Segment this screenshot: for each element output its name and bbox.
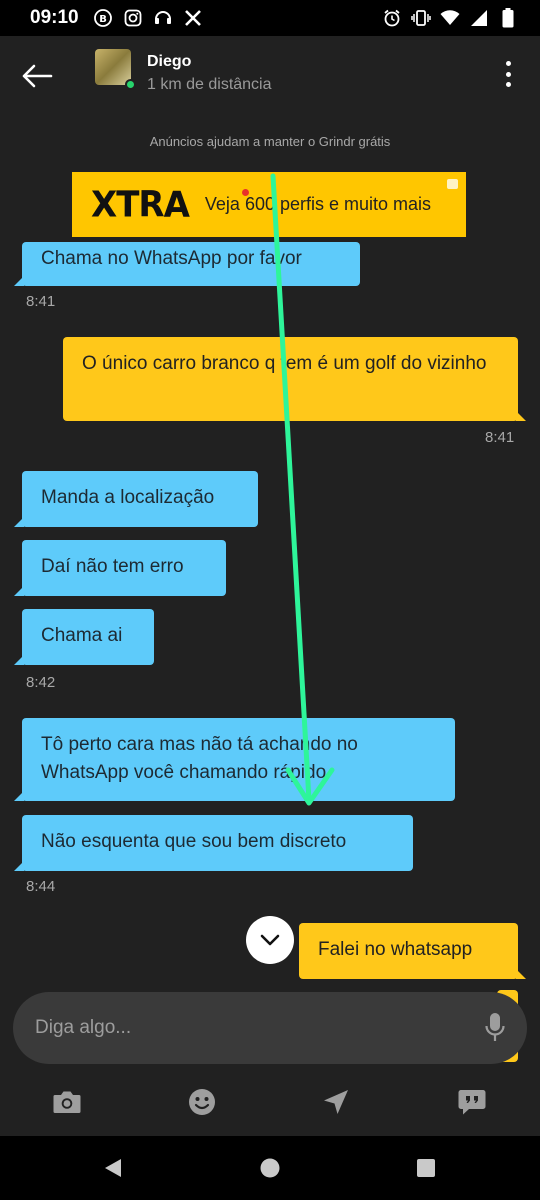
- status-time: 09:10: [30, 7, 79, 28]
- online-status-dot: [125, 79, 136, 90]
- saved-phrases-icon[interactable]: [456, 1086, 488, 1118]
- vibrate-icon: [411, 8, 431, 28]
- message-timestamp: 8:41: [485, 429, 515, 446]
- ad-brand-dot: [242, 189, 249, 196]
- wifi-icon: [440, 8, 460, 28]
- contact-distance: 1 km de distância: [147, 76, 272, 93]
- nav-back-icon[interactable]: [101, 1156, 125, 1180]
- signal-icon: [469, 8, 489, 28]
- svg-text:B: B: [99, 14, 107, 25]
- scroll-to-bottom-button[interactable]: [246, 916, 294, 964]
- message-bubble-incoming[interactable]: Tô perto cara mas não tá achando no What…: [14, 718, 455, 801]
- alarm-icon: [382, 8, 402, 28]
- avatar[interactable]: [95, 49, 131, 85]
- battery-icon: [498, 8, 518, 28]
- message-bubble-incoming[interactable]: Não esquenta que sou bem discreto: [14, 815, 413, 871]
- headset-icon: [153, 8, 173, 28]
- instagram-icon: [123, 8, 143, 28]
- b-circle-icon: B: [93, 8, 113, 28]
- ad-brand-logo: XTRA: [91, 183, 190, 226]
- message-bubble-outgoing[interactable]: O único carro branco q tem é um golf do …: [63, 337, 526, 421]
- ad-banner[interactable]: XTRA Veja 600 perfis e muito mais: [72, 172, 466, 237]
- ad-choices-icon[interactable]: [447, 179, 458, 189]
- message-input-container: [13, 992, 527, 1064]
- microphone-icon[interactable]: [485, 1012, 505, 1044]
- status-bar: 09:10 B: [0, 0, 540, 36]
- message-bubble-incoming[interactable]: Chama no WhatsApp por favor: [14, 242, 360, 286]
- message-bubble-incoming[interactable]: Chama ai: [14, 609, 154, 665]
- message-timestamp: 8:42: [26, 674, 56, 691]
- camera-icon[interactable]: [51, 1086, 83, 1118]
- system-navigation-bar: [0, 1136, 540, 1200]
- message-timestamp: 8:44: [26, 878, 56, 895]
- location-icon[interactable]: [320, 1086, 352, 1118]
- nav-recents-icon[interactable]: [414, 1156, 438, 1180]
- chat-toolbar: [0, 1072, 540, 1136]
- nav-home-icon[interactable]: [258, 1156, 282, 1180]
- ad-text: Veja 600 perfis e muito mais: [204, 194, 432, 214]
- chat-header: Diego 1 km de distância: [0, 36, 540, 116]
- x-icon: [183, 8, 203, 28]
- back-arrow-icon[interactable]: [18, 56, 58, 96]
- ad-notice: Anúncios ajudam a manter o Grindr grátis: [149, 134, 391, 149]
- emoji-icon[interactable]: [186, 1086, 218, 1118]
- message-bubble-incoming[interactable]: Manda a localização: [14, 471, 258, 527]
- message-input[interactable]: [35, 1012, 455, 1044]
- more-options-icon[interactable]: [496, 58, 520, 90]
- chevron-down-icon: [260, 934, 280, 946]
- message-bubble-incoming[interactable]: Daí não tem erro: [14, 540, 226, 596]
- contact-name[interactable]: Diego: [147, 53, 191, 71]
- message-bubble-outgoing[interactable]: Falei no whatsapp: [299, 923, 526, 979]
- message-timestamp: 8:41: [26, 293, 56, 310]
